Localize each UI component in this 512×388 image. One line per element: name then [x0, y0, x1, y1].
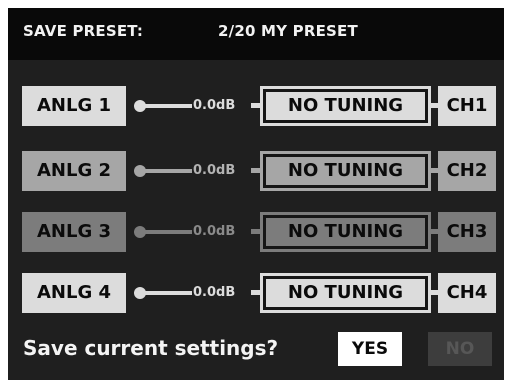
tuning-box: NO TUNING	[260, 212, 431, 252]
output-channel: CH1	[438, 86, 496, 126]
input-label: ANLG 4	[22, 273, 126, 313]
tuning-box: NO TUNING	[260, 86, 431, 126]
header-bar: SAVE PRESET: 2/20 MY PRESET	[8, 8, 504, 60]
no-button[interactable]: NO	[428, 332, 492, 366]
preset-name: 2/20 MY PRESET	[218, 22, 358, 40]
connector-line	[251, 290, 260, 295]
yes-button[interactable]: YES	[338, 332, 402, 366]
channel-row-1[interactable]: ANLG 1 0.0dB NO TUNING CH1	[22, 86, 496, 126]
signal-line	[144, 291, 192, 295]
tuning-box: NO TUNING	[260, 151, 431, 191]
tuning-label: NO TUNING	[263, 215, 428, 249]
output-channel: CH3	[438, 212, 496, 252]
tuning-label: NO TUNING	[263, 154, 428, 188]
connector-line	[251, 229, 260, 234]
input-label: ANLG 2	[22, 151, 126, 191]
connector-line	[251, 168, 260, 173]
header-label: SAVE PRESET:	[23, 22, 144, 40]
connector-line	[431, 290, 438, 295]
signal-line	[144, 104, 192, 108]
save-question: Save current settings?	[23, 336, 279, 360]
connector-line	[251, 103, 260, 108]
channel-row-3[interactable]: ANLG 3 0.0dB NO TUNING CH3	[22, 212, 496, 252]
input-label: ANLG 3	[22, 212, 126, 252]
tuning-label: NO TUNING	[263, 276, 428, 310]
confirm-footer: Save current settings? YES NO	[8, 324, 504, 372]
output-channel: CH4	[438, 273, 496, 313]
tuning-label: NO TUNING	[263, 89, 428, 123]
connector-line	[431, 229, 438, 234]
input-label: ANLG 1	[22, 86, 126, 126]
output-channel: CH2	[438, 151, 496, 191]
save-preset-screen: SAVE PRESET: 2/20 MY PRESET ANLG 1 0.0dB…	[8, 8, 504, 380]
connector-line	[431, 168, 438, 173]
gain-value: 0.0dB	[193, 98, 236, 113]
signal-line	[144, 169, 192, 173]
channel-row-4[interactable]: ANLG 4 0.0dB NO TUNING CH4	[22, 273, 496, 313]
signal-line	[144, 230, 192, 234]
channel-row-2[interactable]: ANLG 2 0.0dB NO TUNING CH2	[22, 151, 496, 191]
connector-line	[431, 103, 438, 108]
tuning-box: NO TUNING	[260, 273, 431, 313]
gain-value: 0.0dB	[193, 224, 236, 239]
gain-value: 0.0dB	[193, 163, 236, 178]
gain-value: 0.0dB	[193, 285, 236, 300]
